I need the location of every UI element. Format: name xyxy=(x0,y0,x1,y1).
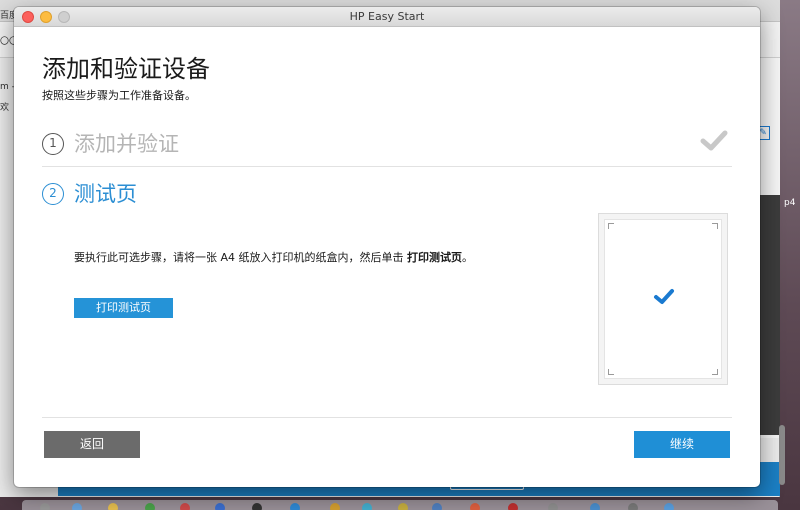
step-number-badge: 1 xyxy=(42,133,64,155)
page-title: 添加和验证设备 xyxy=(42,55,210,83)
dock-app-icon[interactable] xyxy=(290,503,300,510)
dock-app-icon[interactable] xyxy=(108,503,118,510)
dock-app-icon[interactable] xyxy=(252,503,262,510)
step-divider xyxy=(42,166,732,167)
instruction-text-end: 。 xyxy=(462,251,474,264)
dock-app-icon[interactable] xyxy=(330,503,340,510)
dock-app-icon[interactable] xyxy=(398,503,408,510)
dock-app-icon[interactable] xyxy=(362,503,372,510)
step-test-page: 2 测试页 xyxy=(42,175,732,215)
footer-divider xyxy=(42,417,732,418)
hp-easy-start-window: HP Easy Start 添加和验证设备 按照这些步骤为工作准备设备。 1 添… xyxy=(14,7,760,487)
background-text: m - xyxy=(0,82,15,92)
background-text: 欢 xyxy=(0,103,10,113)
crop-corner xyxy=(712,223,718,229)
background-side-label: p4 xyxy=(784,198,796,208)
dock-app-icon[interactable] xyxy=(590,503,600,510)
background-scrollbar[interactable] xyxy=(779,425,785,485)
crop-corner xyxy=(608,223,614,229)
print-test-page-button[interactable]: 打印测试页 xyxy=(74,298,173,318)
page-subtitle: 按照这些步骤为工作准备设备。 xyxy=(42,89,196,102)
dock-app-icon[interactable] xyxy=(72,503,82,510)
instruction-action-text: 打印测试页 xyxy=(407,251,463,264)
test-page-instruction: 要执行此可选步骤，请将一张 A4 纸放入打印机的纸盒内，然后单击 打印测试页。 xyxy=(74,249,473,265)
continue-button[interactable]: 继续 xyxy=(634,431,730,458)
dock-app-icon[interactable] xyxy=(628,503,638,510)
dock-app-icon[interactable] xyxy=(40,503,50,510)
crop-corner xyxy=(712,369,718,375)
dock-app-icon[interactable] xyxy=(548,503,558,510)
dock-app-icon[interactable] xyxy=(145,503,155,510)
crop-corner xyxy=(608,369,614,375)
window-titlebar: HP Easy Start xyxy=(14,7,760,27)
dock-app-icon[interactable] xyxy=(508,503,518,510)
checkmark-icon xyxy=(654,289,674,304)
step-number-badge: 2 xyxy=(42,183,64,205)
step-label: 测试页 xyxy=(74,182,137,206)
step-add-and-verify: 1 添加并验证 xyxy=(42,125,732,165)
paper-sheet xyxy=(604,219,722,379)
dock-app-icon[interactable] xyxy=(664,503,674,510)
test-page-preview xyxy=(598,213,728,385)
back-button[interactable]: 返回 xyxy=(44,431,140,458)
dock-app-icon[interactable] xyxy=(470,503,480,510)
dock-app-icon[interactable] xyxy=(432,503,442,510)
window-title: HP Easy Start xyxy=(349,10,425,23)
dock-app-icon[interactable] xyxy=(180,503,190,510)
checkmark-icon xyxy=(700,130,728,151)
dock-app-icon[interactable] xyxy=(215,503,225,510)
step-label: 添加并验证 xyxy=(74,132,179,156)
instruction-text: 要执行此可选步骤，请将一张 A4 纸放入打印机的纸盒内，然后单击 xyxy=(74,251,408,264)
